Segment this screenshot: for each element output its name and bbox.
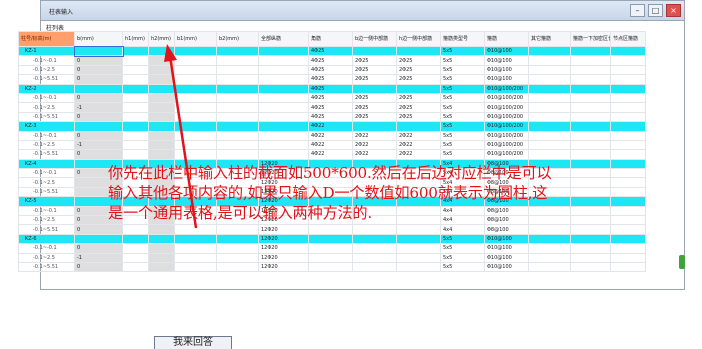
answer-button[interactable]: 我来回答 [154,336,232,349]
side-handle[interactable] [679,255,685,269]
annotation-text: 你先在此栏中输入柱的截面如500*600.然后在后边对应栏中是可以 输入其他各项… [108,164,552,222]
